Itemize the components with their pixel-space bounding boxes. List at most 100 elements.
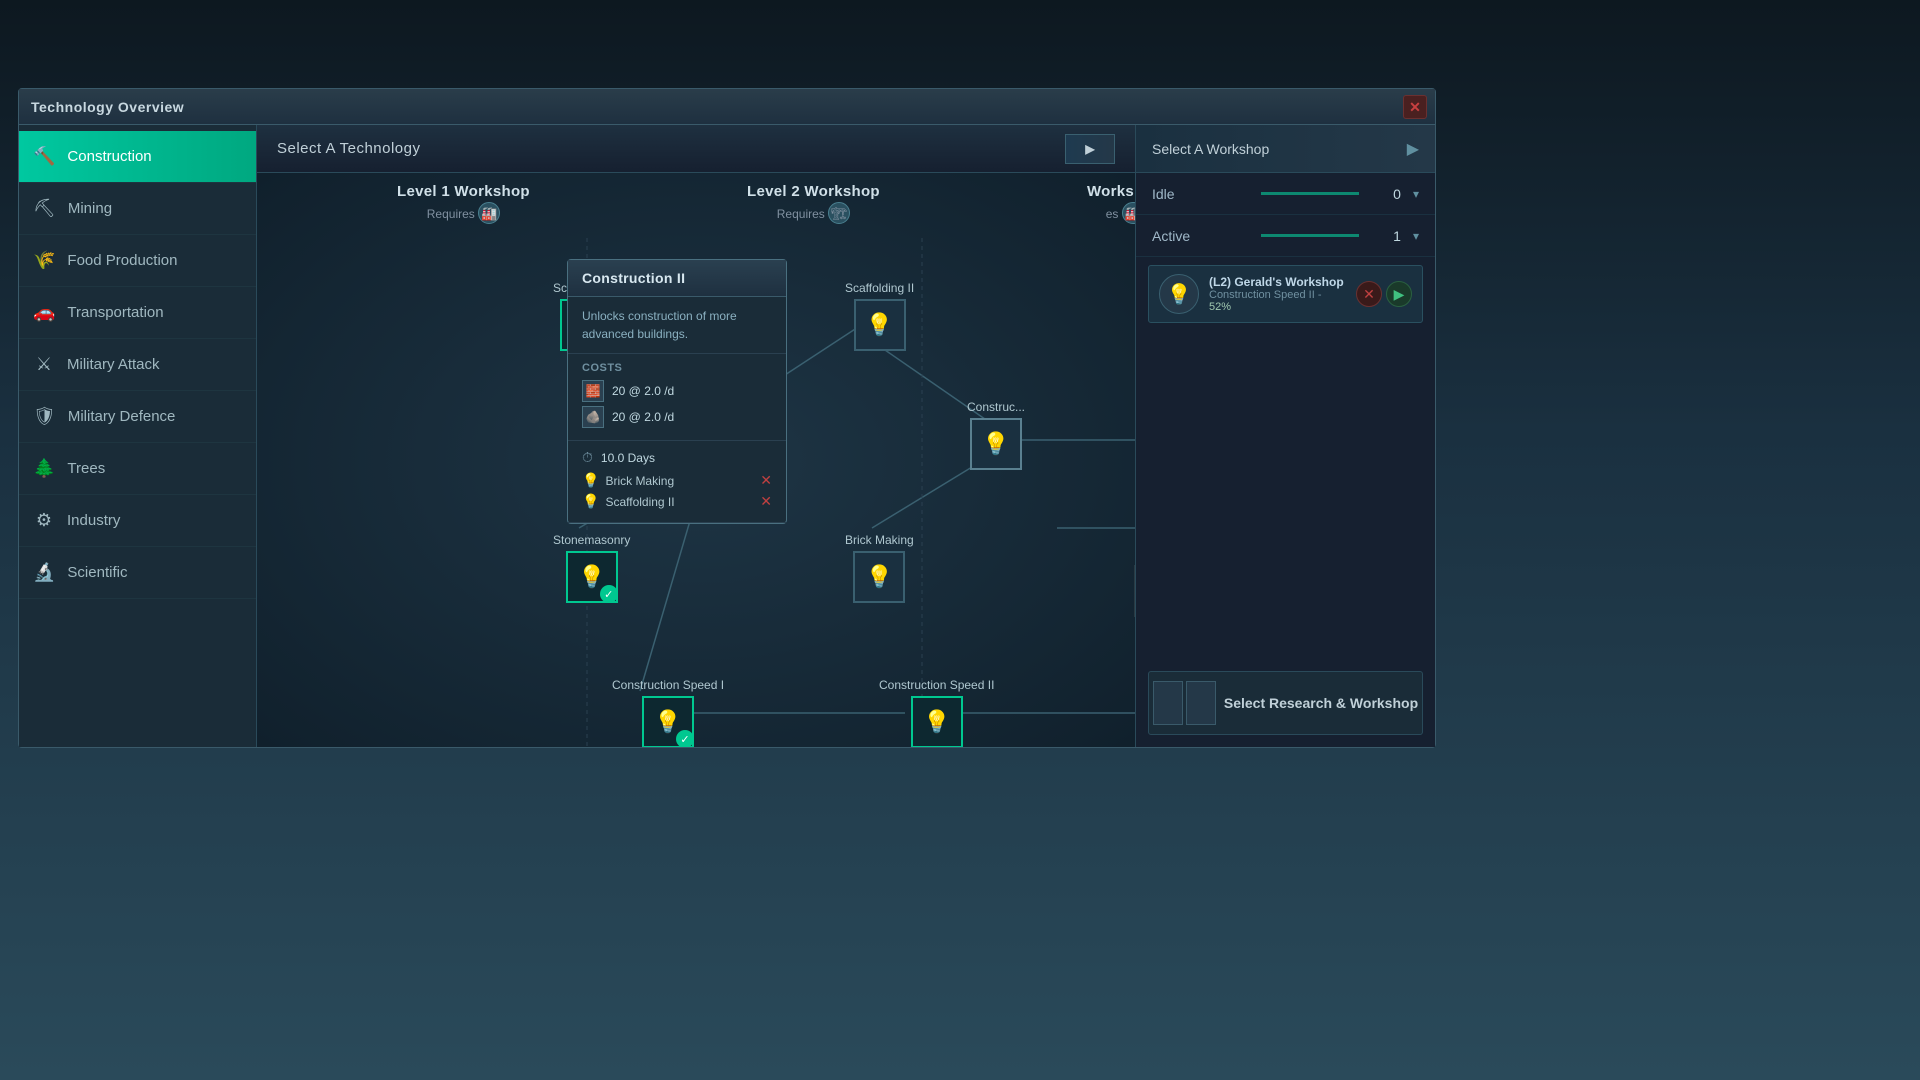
tech-icon-construction-speed-i: 💡 ✓ bbox=[642, 696, 694, 747]
workshop-card-gerald: 💡 (L2) Gerald's Workshop Construction Sp… bbox=[1148, 265, 1423, 323]
sidebar-item-industry[interactable]: ⚙ Industry bbox=[19, 495, 256, 547]
go-workshop-button[interactable]: ▶ bbox=[1386, 281, 1412, 307]
workshop-1-title: Level 1 Workshop bbox=[397, 183, 530, 200]
req-bulb-icon-2: 💡 bbox=[582, 493, 599, 510]
days-row: ⏱ 10.0 Days bbox=[582, 449, 772, 466]
tech-icon-brick-making: 💡 bbox=[853, 551, 905, 603]
idle-label: Idle bbox=[1152, 186, 1249, 202]
workshop-3-title: Workshop bbox=[1087, 183, 1135, 200]
trees-icon: 🌲 bbox=[33, 458, 55, 479]
sidebar-label-mining: Mining bbox=[68, 200, 112, 217]
tech-label-construction-speed-i: Construction Speed I bbox=[612, 678, 724, 692]
req-left-brick: 💡 Brick Making bbox=[582, 472, 674, 489]
screen-background: Technology Overview ✕ 🔨 Construction ⛏ M… bbox=[0, 0, 1920, 1080]
tech-node-construction-ii[interactable]: Construc... 💡 bbox=[967, 400, 1025, 470]
active-label: Active bbox=[1152, 228, 1249, 244]
tech-icon-glass-making: 🔒 bbox=[1134, 565, 1135, 617]
right-panel-header: Select A Workshop ▶ bbox=[1136, 125, 1435, 173]
close-button[interactable]: ✕ bbox=[1403, 95, 1427, 119]
workshop-card-icon: 💡 bbox=[1159, 274, 1199, 314]
tech-tree-header: Select A Technology ▶ bbox=[257, 125, 1135, 173]
sidebar-label-military-attack: Military Attack bbox=[67, 356, 160, 373]
square-1 bbox=[1153, 681, 1183, 725]
active-bar bbox=[1261, 234, 1358, 237]
tech-label-construction-ii: Construc... bbox=[967, 400, 1025, 414]
active-dropdown-icon[interactable]: ▾ bbox=[1413, 229, 1419, 243]
workshop-1-header: Level 1 Workshop Requires 🏭 bbox=[397, 183, 530, 224]
select-technology-label: Select A Technology bbox=[277, 140, 421, 157]
sidebar-label-transportation: Transportation bbox=[67, 304, 163, 321]
costs-header: Costs bbox=[582, 362, 772, 374]
cost-row-2: 🪨 20 @ 2.0 /d bbox=[582, 406, 772, 428]
sidebar-item-mining[interactable]: ⛏ Mining bbox=[19, 183, 256, 235]
window-title: Technology Overview bbox=[31, 99, 184, 115]
tech-node-scaffolding-ii[interactable]: Scaffolding II 💡 bbox=[845, 281, 914, 351]
research-squares bbox=[1153, 681, 1216, 725]
sidebar-item-food-production[interactable]: 🌾 Food Production bbox=[19, 235, 256, 287]
square-2 bbox=[1186, 681, 1216, 725]
tech-label-stonemasonry: Stonemasonry bbox=[553, 533, 630, 547]
req-x-scaffolding-ii: ✕ bbox=[760, 493, 772, 510]
tooltip-costs: Costs 🧱 20 @ 2.0 /d 🪨 20 @ 2.0 /d bbox=[568, 354, 786, 441]
select-research-button[interactable]: Select Research & Workshop bbox=[1148, 671, 1423, 735]
tech-icon-construction-ii: 💡 bbox=[970, 418, 1022, 470]
workshop-card-sub: Construction Speed II - bbox=[1209, 289, 1346, 301]
military-attack-icon: ⚔ bbox=[33, 354, 55, 375]
sidebar-item-trees[interactable]: 🌲 Trees bbox=[19, 443, 256, 495]
workshop-card-info: (L2) Gerald's Workshop Construction Spee… bbox=[1209, 275, 1346, 313]
active-row: Active 1 ▾ bbox=[1136, 215, 1435, 257]
tech-node-brick-making[interactable]: Brick Making 💡 bbox=[845, 533, 914, 603]
tech-label-construction-speed-ii: Construction Speed II bbox=[879, 678, 994, 692]
workshop-card-name: (L2) Gerald's Workshop bbox=[1209, 275, 1346, 289]
tooltip-header: Construction II bbox=[568, 260, 786, 297]
req-label-brick-making: Brick Making bbox=[605, 474, 674, 488]
cancel-workshop-button[interactable]: ✕ bbox=[1356, 281, 1382, 307]
req-label-scaffolding-ii: Scaffolding II bbox=[605, 495, 674, 509]
workshop-2-requires: Requires 🏗 bbox=[777, 202, 850, 224]
tech-node-construction-speed-i[interactable]: Construction Speed I 💡 ✓ bbox=[612, 678, 724, 747]
idle-dropdown-icon[interactable]: ▾ bbox=[1413, 187, 1419, 201]
tech-node-stonemasonry[interactable]: Stonemasonry 💡 ✓ bbox=[553, 533, 630, 603]
tech-label-glass-making: Glass Making bbox=[1134, 533, 1135, 561]
sidebar-item-scientific[interactable]: 🔬 Scientific bbox=[19, 547, 256, 599]
mining-icon: ⛏ bbox=[33, 198, 56, 219]
workshop-3-requires: es 🏭 bbox=[1106, 202, 1135, 224]
right-panel-spacer bbox=[1136, 331, 1435, 671]
idle-row: Idle 0 ▾ bbox=[1136, 173, 1435, 215]
select-research-label: Select Research & Workshop bbox=[1224, 695, 1418, 711]
unlocked-check-4: ✓ bbox=[676, 730, 694, 747]
req-left-scaffolding: 💡 Scaffolding II bbox=[582, 493, 675, 510]
content-area: 🔨 Construction ⛏ Mining 🌾 Food Productio… bbox=[19, 125, 1435, 747]
tech-icon-scaffolding-ii: 💡 bbox=[854, 299, 906, 351]
days-text: 10.0 Days bbox=[601, 451, 655, 465]
tooltip-title: Construction II bbox=[582, 270, 685, 286]
tech-icon-stonemasonry: 💡 ✓ bbox=[566, 551, 618, 603]
sidebar-label-trees: Trees bbox=[67, 460, 105, 477]
active-count: 1 bbox=[1371, 228, 1401, 244]
unlocked-check-3: ✓ bbox=[600, 585, 618, 603]
sidebar-label-industry: Industry bbox=[67, 512, 120, 529]
tech-node-glass-making[interactable]: Glass Making 🔒 bbox=[1134, 533, 1135, 617]
workshop-1-requires: Requires 🏭 bbox=[427, 202, 500, 224]
cost-text-1: 20 @ 2.0 /d bbox=[612, 384, 674, 398]
idle-bar bbox=[1261, 192, 1358, 195]
workshop-2-header: Level 2 Workshop Requires 🏗 bbox=[747, 183, 880, 224]
requirement-scaffolding-ii: 💡 Scaffolding II ✕ bbox=[582, 493, 772, 510]
req-x-brick-making: ✕ bbox=[760, 472, 772, 489]
select-workshop-label: Select A Workshop bbox=[1152, 141, 1269, 157]
military-defence-icon: 🛡 bbox=[33, 406, 56, 427]
tech-node-construction-speed-ii[interactable]: Construction Speed II 💡 52% bbox=[879, 678, 994, 747]
right-panel: Select A Workshop ▶ Idle 0 ▾ Active 1 ▾ bbox=[1135, 125, 1435, 747]
cost-text-2: 20 @ 2.0 /d bbox=[612, 410, 674, 424]
workshop-2-title: Level 2 Workshop bbox=[747, 183, 880, 200]
title-bar: Technology Overview ✕ bbox=[19, 89, 1435, 125]
industry-icon: ⚙ bbox=[33, 510, 55, 531]
construction-icon: 🔨 bbox=[33, 146, 55, 167]
workshop-card-pct: 52% bbox=[1209, 301, 1346, 313]
sidebar-item-military-attack[interactable]: ⚔ Military Attack bbox=[19, 339, 256, 391]
sidebar-item-transportation[interactable]: 🚗 Transportation bbox=[19, 287, 256, 339]
sidebar-item-construction[interactable]: 🔨 Construction bbox=[19, 131, 256, 183]
workshop-3-header: Workshop es 🏭 bbox=[1087, 183, 1135, 224]
tech-label-brick-making: Brick Making bbox=[845, 533, 914, 547]
sidebar-item-military-defence[interactable]: 🛡 Military Defence bbox=[19, 391, 256, 443]
